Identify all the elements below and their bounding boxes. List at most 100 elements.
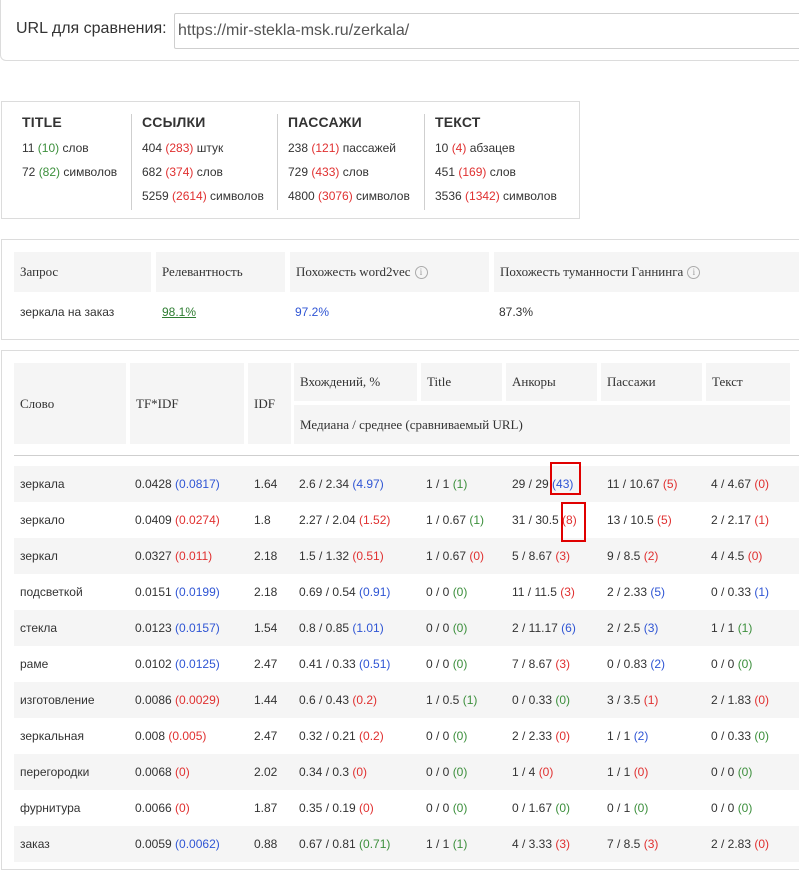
stat-compare-value: (169) [458, 165, 487, 179]
rel-header-gunning-label: Похожесть туманности Ганнинга [500, 264, 684, 279]
rel-relevance-link[interactable]: 98.1% [162, 305, 196, 319]
cell-compare-value: (0.2) [352, 693, 378, 707]
cell-value: 0.69 / 0.54 [299, 585, 360, 599]
cell-compare-value: (0) [754, 477, 770, 491]
cell-tfidf: 0.0327 (0.011) [135, 538, 212, 574]
word2vec-info-icon[interactable]: i [414, 266, 428, 279]
cell-value: 0 / 0.33 [711, 585, 755, 599]
cell-compare-value: (2) [643, 549, 659, 563]
cell-compare-value: (4.97) [352, 477, 384, 491]
cell-compare-value: (0) [737, 765, 753, 779]
cell-compare-value: (3) [555, 657, 571, 671]
cell-idf: 2.47 [254, 657, 278, 671]
cell-compare-value: (0.71) [359, 837, 391, 851]
stat-text: ТЕКСТ 10 (4) абзацев 451 (169) слов 3536 (1… [424, 114, 557, 210]
cell-title: 0 / 0 (0) [426, 574, 467, 610]
stat-heading: ССЫЛКИ [142, 114, 206, 130]
stat-compare-value: (283) [165, 141, 194, 155]
cell-passages: 3 / 3.5 (1) [607, 682, 658, 718]
cell-value: 4 / 4.67 [711, 477, 755, 491]
th-occurrences: Вхождений, % [294, 363, 417, 401]
stat-text: 5259 [142, 189, 173, 203]
cell-value: 2 / 2.5 [607, 621, 644, 635]
cell-value: 1 / 1 [426, 837, 453, 851]
cell-compare-value: (1) [469, 513, 485, 527]
table-row: перегородки 0.0068 (0) 2.02 0.34 / 0.3 (0) 0… [14, 754, 799, 790]
cell-tfidf: 0.0059 (0.0062) [135, 826, 220, 862]
stat-links: ССЫЛКИ 404 (283) штук 682 (374) слов 5259 (… [131, 114, 264, 210]
cell-compare-value: (1) [737, 621, 753, 635]
cell-compare-value: (0) [469, 549, 485, 563]
stat-compare-value: (2614) [172, 189, 207, 203]
stat-text: символов [352, 189, 410, 203]
cell-occ: 0.41 / 0.33 (0.51) [299, 646, 390, 682]
table-row: фурнитура 0.0066 (0) 1.87 0.35 / 0.19 (0) 0 … [14, 790, 799, 826]
cell-compare-value: (5) [662, 477, 678, 491]
stat-text: 451 [435, 165, 459, 179]
table-row: зеркала 0.0428 (0.0817) 1.64 2.6 / 2.34 (4.… [14, 466, 799, 502]
cell-value: 0 / 0 [426, 621, 453, 635]
cell-compare-value: (0) [452, 765, 468, 779]
cell-compare-value: (0) [352, 765, 368, 779]
cell-passages: 2 / 2.5 (3) [607, 610, 658, 646]
cell-title: 1 / 1 (1) [426, 826, 467, 862]
cell-value: 2.27 / 2.04 [299, 513, 360, 527]
cell-value: 0.0409 [135, 513, 176, 527]
stat-text: символов [499, 189, 557, 203]
cell-compare-value: (0) [737, 801, 753, 815]
cell-tfidf: 0.0102 (0.0125) [135, 646, 220, 682]
cell-passages: 1 / 1 (0) [607, 754, 648, 790]
cell-text: 1 / 1 (1) [711, 610, 752, 646]
cell-compare-value: (0) [555, 693, 571, 707]
cell-word: зеркал [20, 549, 58, 563]
words-table: Слово TF*IDF IDF Вхождений, % Title Анко… [1, 350, 799, 870]
cell-value: 0.0059 [135, 837, 176, 851]
cell-compare-value: (1) [452, 477, 468, 491]
gunning-info-icon[interactable]: i [687, 266, 701, 279]
cell-value: 2 / 11.17 [512, 621, 562, 635]
cell-idf: 2.18 [254, 585, 278, 599]
cell-idf: 1.8 [254, 513, 271, 527]
header-divider [14, 455, 799, 456]
stat-text: слов [339, 165, 369, 179]
cell-value: 1 / 0.67 [426, 549, 470, 563]
cell-compare-value: (1.01) [352, 621, 384, 635]
cell-compare-value: (0) [754, 837, 770, 851]
th-subheader-label: Медиана / среднее (сравниваемый URL) [300, 416, 523, 432]
cell-value: 0 / 0.33 [512, 693, 556, 707]
cell-anchors: 0 / 0.33 (0) [512, 682, 570, 718]
stat-text: 10 [435, 141, 452, 155]
cell-passages: 1 / 1 (2) [607, 718, 648, 754]
cell-compare-value: (0.51) [352, 549, 384, 563]
cell-value: 9 / 8.5 [607, 549, 644, 563]
stat-text: штук [193, 141, 224, 155]
cell-value: 0.0123 [135, 621, 176, 635]
cell-value: 1 / 0.67 [426, 513, 470, 527]
cell-value: 0.34 / 0.3 [299, 765, 353, 779]
cell-word: зеркальная [20, 729, 84, 743]
cell-value: 3 / 3.5 [607, 693, 644, 707]
cell-value: 0 / 0 [426, 729, 453, 743]
table-row: стекла 0.0123 (0.0157) 1.54 0.8 / 0.85 (1.0… [14, 610, 799, 646]
cell-passages: 13 / 10.5 (5) [607, 502, 672, 538]
cell-title: 1 / 0.5 (1) [426, 682, 477, 718]
th-anchors: Анкоры [506, 363, 597, 401]
th-word: Слово [14, 363, 126, 444]
cell-value: 0 / 1.67 [512, 801, 556, 815]
cell-word: подсветкой [20, 585, 83, 599]
table-row: изготовление 0.0086 (0.0029) 1.44 0.6 / 0.4… [14, 682, 799, 718]
cell-compare-value: (0) [175, 765, 190, 779]
stat-compare-value: (121) [311, 141, 340, 155]
cell-value: 0 / 0 [711, 657, 738, 671]
cell-compare-value: (1) [462, 693, 478, 707]
cell-occ: 0.32 / 0.21 (0.2) [299, 718, 384, 754]
url-input[interactable] [174, 13, 799, 49]
cell-compare-value: (0) [175, 801, 190, 815]
cell-occ: 0.6 / 0.43 (0.2) [299, 682, 377, 718]
stat-compare-value: (3076) [318, 189, 353, 203]
cell-passages: 0 / 0.83 (2) [607, 646, 665, 682]
cell-word: перегородки [20, 765, 90, 779]
cell-compare-value: (1) [754, 585, 770, 599]
cell-text: 2 / 1.83 (0) [711, 682, 769, 718]
cell-value: 0 / 1 [607, 801, 634, 815]
